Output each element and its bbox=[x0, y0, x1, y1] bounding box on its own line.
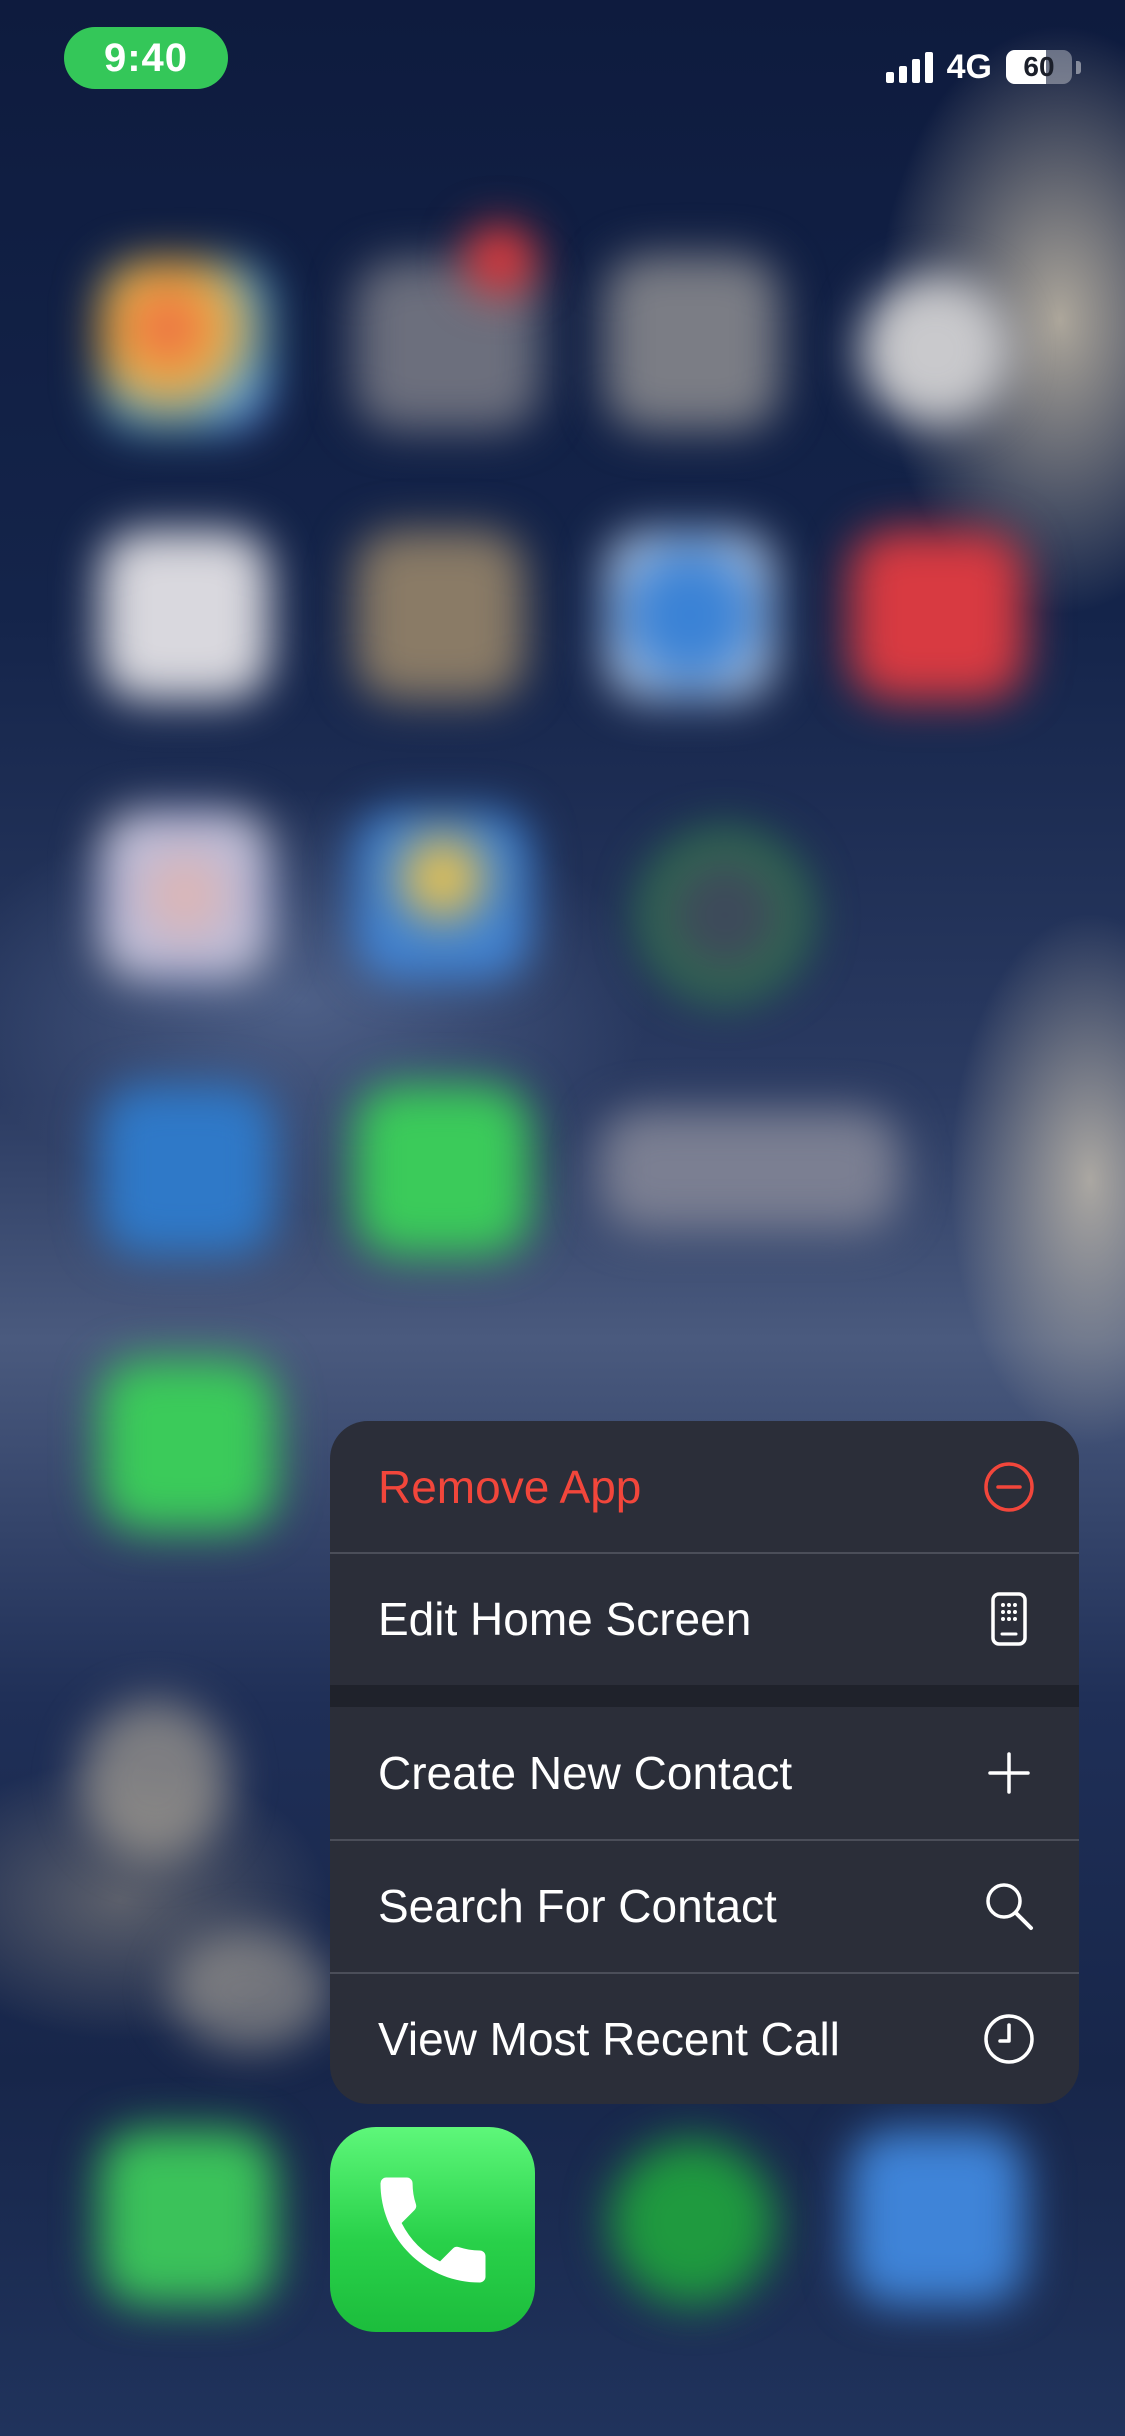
phone-handset-icon bbox=[380, 2177, 485, 2282]
blurred-app-icon bbox=[100, 530, 270, 700]
minus-circle-icon bbox=[981, 1459, 1037, 1515]
blurred-app-icon bbox=[850, 530, 1025, 700]
menu-item-label: Search For Contact bbox=[378, 1880, 777, 1932]
battery-icon: 60 bbox=[1006, 50, 1072, 84]
blurred-app-icon bbox=[355, 530, 525, 700]
status-bar: 9:40 4G 60 bbox=[0, 0, 1125, 120]
menu-item-create-new-contact[interactable]: Create New Contact bbox=[330, 1707, 1079, 1839]
menu-item-edit-home-screen[interactable]: Edit Home Screen bbox=[330, 1553, 1079, 1685]
menu-item-label: View Most Recent Call bbox=[378, 2013, 840, 2065]
app-context-menu: Remove App Edit Home Screen Create New C… bbox=[330, 1421, 1079, 2104]
blurred-widget bbox=[600, 1110, 900, 1230]
blurred-app-icon bbox=[100, 260, 270, 430]
clock-icon bbox=[981, 2011, 1037, 2067]
phone-screen-icon bbox=[981, 1591, 1037, 1647]
phone-app-icon[interactable] bbox=[330, 2127, 535, 2332]
battery-percentage: 60 bbox=[1023, 51, 1055, 82]
wallpaper-shape bbox=[170, 1930, 330, 2050]
menu-section-separator bbox=[330, 1685, 1079, 1707]
blurred-app-icon bbox=[100, 810, 270, 980]
blurred-dock-icon bbox=[610, 2140, 775, 2305]
battery-cap bbox=[1076, 60, 1081, 74]
network-type: 4G bbox=[946, 47, 992, 86]
status-time[interactable]: 9:40 bbox=[64, 27, 228, 89]
wallpaper-shape bbox=[80, 1700, 230, 1860]
plus-icon bbox=[981, 1745, 1037, 1801]
blurred-app-icon bbox=[465, 225, 535, 295]
blurred-app-icon bbox=[860, 275, 1010, 425]
menu-item-search-for-contact[interactable]: Search For Contact bbox=[330, 1840, 1079, 1972]
blurred-app-icon bbox=[100, 1360, 275, 1530]
menu-item-view-most-recent-call[interactable]: View Most Recent Call bbox=[330, 1973, 1079, 2104]
blurred-app-icon bbox=[100, 1085, 275, 1255]
menu-item-label: Create New Contact bbox=[378, 1747, 793, 1799]
cellular-signal-icon bbox=[885, 51, 933, 83]
status-indicators: 4G 60 bbox=[885, 44, 1081, 90]
menu-item-label: Remove App bbox=[378, 1461, 642, 1513]
search-icon bbox=[981, 1878, 1037, 1934]
blurred-app-icon bbox=[355, 1085, 530, 1255]
menu-item-label: Edit Home Screen bbox=[378, 1593, 752, 1645]
menu-item-remove-app[interactable]: Remove App bbox=[330, 1421, 1079, 1553]
blurred-dock-icon bbox=[850, 2130, 1025, 2305]
blurred-app-icon bbox=[605, 255, 780, 430]
blurred-app-icon bbox=[355, 810, 530, 980]
blurred-app-icon bbox=[640, 830, 810, 1000]
blurred-dock-icon bbox=[100, 2130, 275, 2305]
blurred-app-icon bbox=[605, 530, 775, 700]
